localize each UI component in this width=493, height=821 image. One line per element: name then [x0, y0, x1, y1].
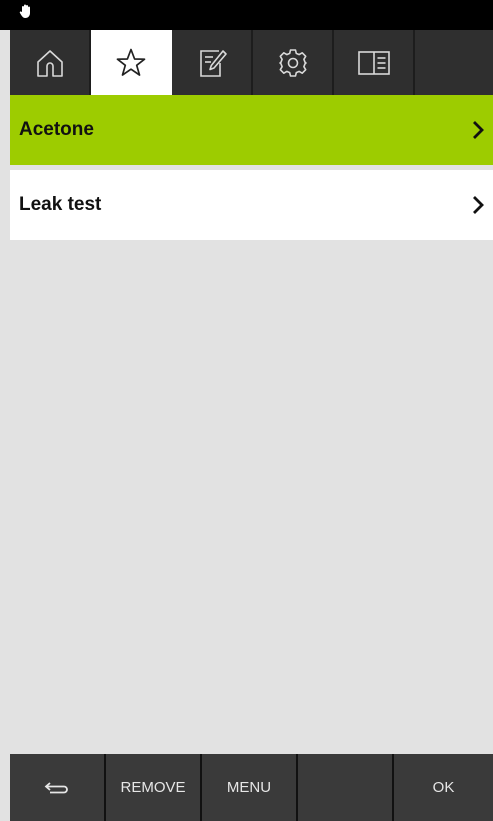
star-icon	[116, 48, 145, 76]
empty-button	[298, 754, 394, 821]
footer-bar: REMOVE MENU OK	[10, 754, 493, 821]
hand-icon	[19, 4, 30, 18]
tab-bar	[10, 30, 493, 95]
list-item-label: Acetone	[19, 119, 94, 140]
status-bar	[0, 0, 493, 30]
gear-icon	[278, 48, 307, 77]
chevron-right-icon	[473, 121, 484, 139]
tab-empty	[415, 30, 493, 95]
back-button[interactable]	[10, 754, 106, 821]
tab-edit[interactable]	[172, 30, 253, 95]
remove-button[interactable]: REMOVE	[106, 754, 202, 821]
ok-button[interactable]: OK	[394, 754, 493, 821]
tab-manual[interactable]	[334, 30, 415, 95]
tab-favorites[interactable]	[91, 30, 172, 95]
edit-icon	[199, 49, 227, 77]
list-item-label: Leak test	[19, 194, 102, 215]
tab-settings[interactable]	[253, 30, 334, 95]
menu-button[interactable]: MENU	[202, 754, 298, 821]
list-item-leak-test[interactable]: Leak test	[10, 170, 493, 240]
manual-icon	[357, 50, 390, 75]
list-item-acetone[interactable]: Acetone	[10, 95, 493, 165]
favorites-list: Acetone Leak test	[10, 95, 493, 240]
chevron-right-icon	[473, 196, 484, 214]
back-arrow-icon	[44, 781, 68, 793]
home-icon	[36, 49, 63, 77]
app-frame: Acetone Leak test REMOVE MENU OK	[0, 0, 493, 821]
tab-home[interactable]	[10, 30, 91, 95]
